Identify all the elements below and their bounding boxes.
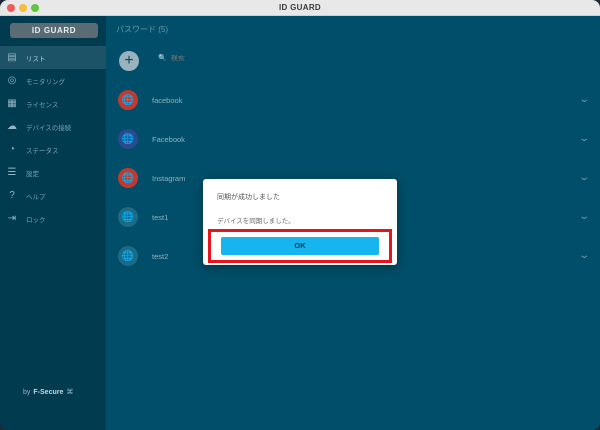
globe-icon: 🌐 [118, 246, 138, 266]
sidebar-item-monitoring[interactable]: ◎ モニタリング [0, 69, 106, 92]
status-icon: ◔ [8, 144, 16, 155]
lock-icon: ⇥ [7, 213, 17, 224]
chevron-down-icon[interactable]: ⌄ [578, 133, 590, 144]
ok-button[interactable]: OK [221, 237, 379, 255]
entry-name: Instagram [152, 173, 186, 183]
sidebar-item-label: 設定 [26, 170, 39, 178]
sidebar-item-status[interactable]: ◔ ステータス [0, 138, 106, 161]
sidebar-item-label: モニタリング [26, 78, 65, 86]
sidebar-item-label: ライセンス [26, 101, 59, 109]
page-title: パスワード (5) [116, 24, 168, 35]
fsecure-logo-icon: ⌘ [66, 389, 74, 396]
sidebar-item-label: デバイスの接続 [26, 124, 72, 132]
globe-icon: 🌐 [118, 129, 138, 149]
item-count: (5) [158, 25, 169, 34]
sidebar-item-label: ヘルプ [26, 193, 46, 201]
dialog-title: 同期が成功しました [217, 194, 280, 201]
help-icon: ? [9, 190, 15, 201]
vendor-footer: by F-Secure ⌘ [23, 388, 74, 397]
sidebar-item-label: ステータス [26, 147, 59, 155]
sync-success-dialog: 同期が成功しました デバイスを同期しました。 OK [203, 179, 397, 265]
sidebar-item-help[interactable]: ? ヘルプ [0, 184, 106, 207]
monitoring-icon: ◎ [7, 75, 17, 86]
cloud-upload-icon: ☁ [7, 121, 17, 132]
list-icon: ▤ [7, 52, 17, 63]
plus-icon: + [124, 52, 134, 69]
sidebar-item-lock[interactable]: ⇥ ロック [0, 207, 106, 230]
sidebar-item-label: リスト [26, 55, 46, 63]
title-bar: ID GUARD [0, 0, 600, 16]
page-title-text: パスワード [116, 25, 156, 34]
entry-name: facebook [152, 95, 183, 105]
search-bar: 🔍 [158, 54, 291, 62]
footer-by: by [23, 388, 31, 396]
chevron-down-icon[interactable]: ⌄ [578, 250, 590, 261]
sidebar-nav: ▤ リスト ◎ モニタリング ▦ ライセンス ☁ デバイスの接続 ◔ ステータス… [0, 46, 106, 230]
sidebar-item-list[interactable]: ▤ リスト [0, 46, 106, 69]
entry-name: test2 [152, 251, 169, 261]
globe-icon: 🌐 [118, 90, 138, 110]
license-icon: ▦ [7, 98, 17, 109]
app-window: ID GUARD ID GUARD ▤ リスト ◎ モニタリング ▦ ライセンス… [0, 0, 600, 430]
chevron-down-icon[interactable]: ⌄ [578, 94, 590, 105]
app-logo: ID GUARD [10, 23, 98, 38]
list-item[interactable]: 🌐 facebook ⌄ [118, 90, 590, 110]
sidebar: ID GUARD ▤ リスト ◎ モニタリング ▦ ライセンス ☁ デバイスの接… [0, 16, 106, 430]
ok-highlight-frame: OK [208, 229, 392, 263]
add-entry-button[interactable]: + [119, 51, 139, 71]
sidebar-item-device-connect[interactable]: ☁ デバイスの接続 [0, 115, 106, 138]
chevron-down-icon[interactable]: ⌄ [578, 211, 590, 222]
globe-icon: 🌐 [118, 168, 138, 188]
entry-name: Facebook [152, 134, 185, 144]
sidebar-item-license[interactable]: ▦ ライセンス [0, 92, 106, 115]
sidebar-item-label: ロック [26, 216, 46, 224]
sliders-icon: ☰ [7, 167, 17, 178]
list-item[interactable]: 🌐 Facebook ⌄ [118, 129, 590, 149]
chevron-down-icon[interactable]: ⌄ [578, 172, 590, 183]
entry-name: test1 [152, 212, 169, 222]
footer-brand: F-Secure [33, 388, 64, 396]
globe-icon: 🌐 [118, 207, 138, 227]
window-title: ID GUARD [279, 3, 321, 12]
sidebar-item-settings[interactable]: ☰ 設定 [0, 161, 106, 184]
search-input[interactable] [170, 54, 291, 62]
dialog-message: デバイスを同期しました。 [217, 218, 295, 225]
search-icon: 🔍 [158, 55, 167, 62]
